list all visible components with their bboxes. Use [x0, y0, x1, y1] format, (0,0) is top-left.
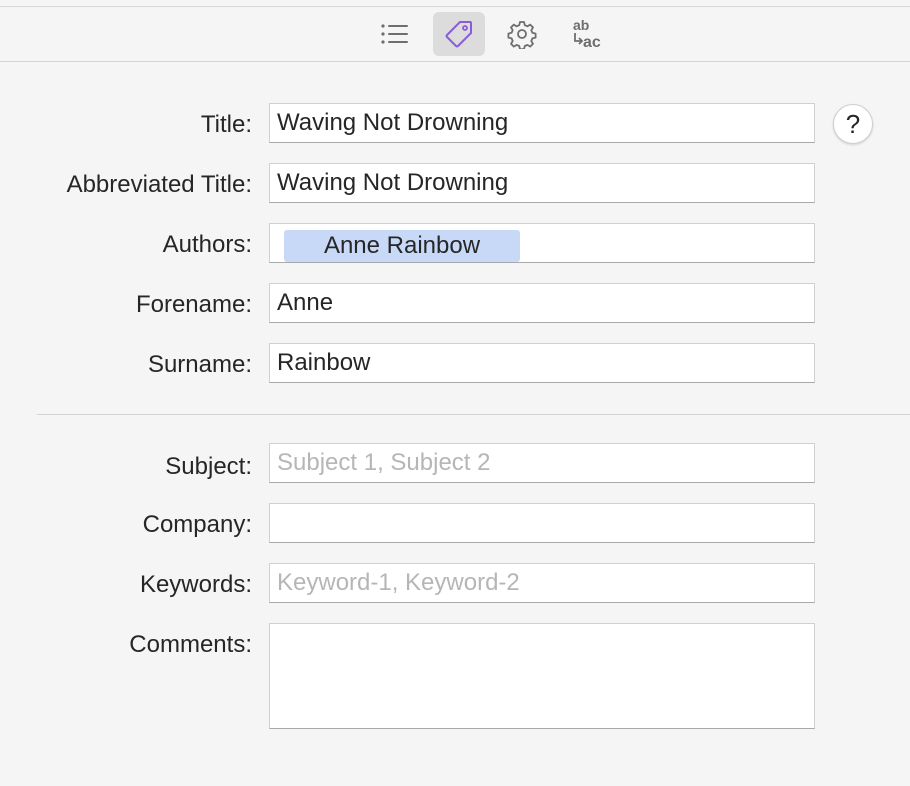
subject-label: Subject:: [165, 453, 252, 480]
title-label: Title:: [200, 111, 252, 138]
tab-list[interactable]: [369, 12, 421, 56]
surname-label: Surname:: [147, 351, 252, 378]
help-button[interactable]: ?: [833, 104, 873, 144]
section-divider: [37, 414, 910, 415]
company-field[interactable]: [269, 503, 815, 543]
replace-icon-source-text: ab: [573, 17, 589, 33]
list-icon: [380, 22, 410, 46]
title-field[interactable]: [269, 103, 815, 143]
company-label: Company:: [142, 511, 252, 538]
abbreviated-title-field[interactable]: [269, 163, 815, 203]
replace-icon-target-text: ac: [583, 34, 601, 51]
author-token[interactable]: Anne Rainbow: [284, 230, 520, 262]
toolbar: ab ac: [0, 7, 910, 62]
tab-text-replace[interactable]: ab ac: [561, 12, 613, 56]
authors-token-field[interactable]: Anne Rainbow: [269, 223, 815, 263]
document-properties-panel: ab ac Title: ? Abbreviated Title: Author…: [0, 0, 910, 786]
tab-tag[interactable]: [433, 12, 485, 56]
forename-field[interactable]: [269, 283, 815, 323]
text-replace-icon: ab ac: [567, 17, 607, 51]
forename-label: Forename:: [135, 291, 252, 318]
authors-label: Authors:: [162, 231, 252, 258]
tag-icon: [444, 19, 474, 49]
abbreviated-title-label: Abbreviated Title:: [66, 171, 252, 198]
subject-field[interactable]: [269, 443, 815, 483]
keywords-label: Keywords:: [139, 571, 252, 598]
gear-icon: [507, 19, 537, 49]
tab-settings[interactable]: [496, 12, 548, 56]
keywords-field[interactable]: [269, 563, 815, 603]
comments-field[interactable]: [269, 623, 815, 729]
surname-field[interactable]: [269, 343, 815, 383]
comments-label: Comments:: [129, 631, 252, 658]
